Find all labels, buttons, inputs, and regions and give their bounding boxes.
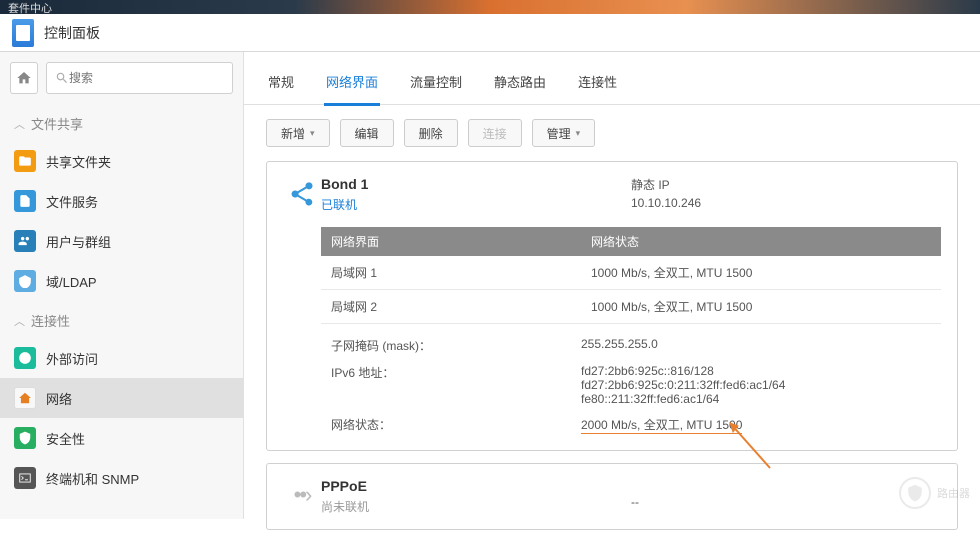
file-icon xyxy=(14,190,36,212)
home-button[interactable] xyxy=(10,62,38,94)
chevron-up-icon: ︿ xyxy=(14,116,25,132)
sidebar-item-security[interactable]: 安全性 xyxy=(0,418,243,458)
table-header: 网络界面 网络状态 xyxy=(321,227,941,256)
sidebar-item-user-group[interactable]: 用户与群组 xyxy=(0,221,243,261)
detail-row-ipv6: IPv6 地址： fd27:2bb6:925c::816/128 fd27:2b… xyxy=(321,359,941,411)
window-title: 控制面板 xyxy=(44,23,100,43)
content-panel: 常规 网络界面 流量控制 静态路由 连接性 新增▾ 编辑 删除 连接 管理▾ B… xyxy=(244,52,980,519)
tab-connectivity[interactable]: 连接性 xyxy=(576,64,619,104)
detail-row-netstate: 网络状态： 2000 Mb/s, 全双工, MTU 1500 xyxy=(321,411,941,438)
search-box[interactable] xyxy=(46,62,233,94)
sidebar-item-file-services[interactable]: 文件服务 xyxy=(0,181,243,221)
sidebar-item-shared-folder[interactable]: 共享文件夹 xyxy=(0,141,243,181)
table-row: 局域网 2 1000 Mb/s, 全双工, MTU 1500 xyxy=(321,290,941,324)
sidebar-item-network[interactable]: 网络 xyxy=(0,378,243,418)
home-icon xyxy=(16,70,32,86)
search-icon xyxy=(55,71,69,85)
sidebar-item-terminal-snmp[interactable]: 终端机和 SNMP xyxy=(0,458,243,498)
caret-down-icon: ▾ xyxy=(310,128,315,139)
table-row: 局域网 1 1000 Mb/s, 全双工, MTU 1500 xyxy=(321,256,941,290)
pppoe-status: 尚未联机 xyxy=(321,498,631,515)
edit-button[interactable]: 编辑 xyxy=(340,119,394,147)
bond-ip: 10.10.10.246 xyxy=(631,196,941,210)
connect-button[interactable]: 连接 xyxy=(468,119,522,147)
tab-general[interactable]: 常规 xyxy=(266,64,296,104)
sidebar: ︿ 文件共享 共享文件夹 文件服务 用户与群组 域/LDAP ︿ 连接性 外部访… xyxy=(0,52,244,519)
control-panel-icon xyxy=(12,19,34,47)
bond-status: 已联机 xyxy=(321,196,631,213)
watermark: 路由器 xyxy=(899,477,970,509)
user-icon xyxy=(14,230,36,252)
delete-button[interactable]: 删除 xyxy=(404,119,458,147)
section-file-share[interactable]: ︿ 文件共享 xyxy=(0,104,243,141)
caret-down-icon: ▾ xyxy=(576,128,581,139)
netstate-value: 2000 Mb/s, 全双工, MTU 1500 xyxy=(581,418,742,434)
sidebar-item-domain-ldap[interactable]: 域/LDAP xyxy=(0,261,243,301)
section-connectivity[interactable]: ︿ 连接性 xyxy=(0,301,243,338)
new-button[interactable]: 新增▾ xyxy=(266,119,330,147)
tab-interface[interactable]: 网络界面 xyxy=(324,64,380,106)
folder-icon xyxy=(14,150,36,172)
interface-table: 网络界面 网络状态 局域网 1 1000 Mb/s, 全双工, MTU 1500… xyxy=(321,227,941,324)
router-icon xyxy=(899,477,931,509)
bond-name: Bond 1 xyxy=(321,176,631,192)
bond-ip-type: 静态 IP xyxy=(631,176,941,193)
terminal-icon xyxy=(14,467,36,489)
window-header: 控制面板 xyxy=(0,14,980,52)
ldap-icon xyxy=(14,270,36,292)
desktop-topbar: 套件中心 xyxy=(0,0,980,14)
tab-traffic[interactable]: 流量控制 xyxy=(408,64,464,104)
share-icon xyxy=(283,176,321,213)
tab-static-route[interactable]: 静态路由 xyxy=(492,64,548,104)
manage-button[interactable]: 管理▾ xyxy=(532,119,596,147)
pppoe-icon: ••› xyxy=(283,478,321,515)
chevron-up-icon: ︿ xyxy=(14,313,25,329)
globe-icon xyxy=(14,347,36,369)
topbar-label: 套件中心 xyxy=(8,0,52,16)
search-input[interactable] xyxy=(69,71,224,85)
detail-row-mask: 子网掩码 (mask)： 255.255.255.0 xyxy=(321,332,941,359)
pppoe-value: -- xyxy=(631,495,941,509)
pppoe-card[interactable]: ••› PPPoE 尚未联机 -- xyxy=(266,463,958,530)
bond-card[interactable]: Bond 1 已联机 静态 IP 10.10.10.246 网络界面 网络状态 … xyxy=(266,161,958,451)
sidebar-item-external-access[interactable]: 外部访问 xyxy=(0,338,243,378)
pppoe-name: PPPoE xyxy=(321,478,631,494)
toolbar: 新增▾ 编辑 删除 连接 管理▾ xyxy=(244,105,980,161)
shield-icon xyxy=(14,427,36,449)
network-icon xyxy=(14,387,36,409)
tabs: 常规 网络界面 流量控制 静态路由 连接性 xyxy=(244,52,980,105)
